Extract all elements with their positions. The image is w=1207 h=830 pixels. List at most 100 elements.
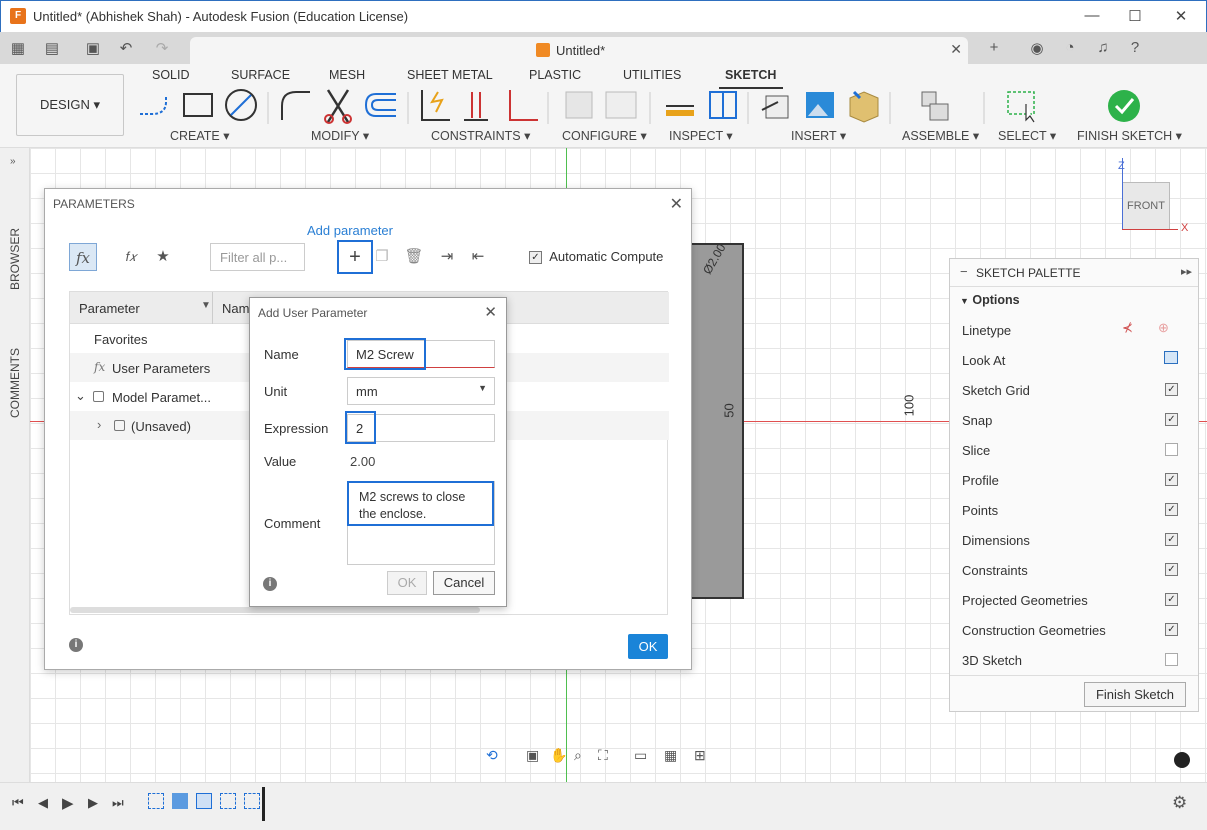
display-settings-icon[interactable]: ▭ (634, 747, 647, 764)
timeline-sketch-icon[interactable] (148, 793, 164, 809)
app-grid-icon[interactable]: ▦ (9, 39, 27, 57)
maximize-icon[interactable]: ☐ (1120, 7, 1150, 27)
minimize-icon[interactable]: — (1077, 7, 1107, 27)
fx-all-params-icon[interactable]: fx (69, 243, 97, 271)
finish-sketch-button[interactable]: Finish Sketch (1084, 682, 1186, 707)
sketch-grid-checkbox[interactable]: ✓ (1165, 383, 1178, 396)
tab-sketch[interactable]: SKETCH (725, 68, 776, 82)
tab-surface[interactable]: SURFACE (231, 68, 290, 82)
filter-input[interactable]: Filter all p... (210, 243, 305, 271)
save-icon[interactable]: ▣ (84, 39, 102, 57)
dimensions-checkbox[interactable]: ✓ (1165, 533, 1178, 546)
palette-row-profile[interactable]: Profile ✓ (962, 465, 1188, 495)
sketch-mode-icon[interactable] (1174, 752, 1190, 768)
document-tab[interactable]: Untitled* ✕ (190, 37, 968, 64)
chevron-right-icon[interactable]: › (97, 417, 101, 432)
comments-panel-tab[interactable]: COMMENTS (8, 348, 22, 418)
workspace-switcher[interactable]: DESIGN ▾ (16, 74, 124, 136)
timeline-sketch-icon[interactable] (220, 793, 236, 809)
group-finish-sketch[interactable]: FINISH SKETCH ▾ (1077, 128, 1182, 143)
help-icon[interactable]: ? (1126, 39, 1144, 57)
construction-geometries-checkbox[interactable]: ✓ (1165, 623, 1178, 636)
group-inspect[interactable]: INSPECT ▾ (669, 128, 733, 143)
expand-palette-icon[interactable]: ▸▸ (1181, 265, 1192, 278)
ok-button[interactable]: OK (387, 571, 427, 595)
close-window-icon[interactable]: ✕ (1166, 7, 1196, 27)
redo-icon[interactable]: ↷ (153, 39, 171, 57)
pan-icon[interactable]: ✋ (550, 747, 567, 764)
timeline-shell-icon[interactable] (196, 793, 212, 809)
fit-icon[interactable]: ⛶ (598, 747, 608, 764)
grid-settings-icon[interactable]: ▦ (664, 747, 677, 764)
collapse-palette-icon[interactable]: − (960, 264, 968, 279)
tab-mesh[interactable]: MESH (329, 68, 365, 82)
look-at-icon[interactable] (1164, 351, 1178, 364)
close-icon[interactable]: ✕ (670, 194, 683, 214)
timeline-extrude-icon[interactable] (172, 793, 188, 809)
horizontal-scrollbar[interactable] (70, 607, 480, 613)
group-create[interactable]: CREATE ▾ (170, 128, 230, 143)
info-icon[interactable]: i (69, 638, 83, 652)
palette-row-3d-sketch[interactable]: 3D Sketch (962, 645, 1188, 675)
centerline-linetype-icon[interactable]: ⊕ (1158, 320, 1169, 336)
expand-panels-icon[interactable]: » (10, 156, 16, 167)
ok-button[interactable]: OK (628, 634, 668, 659)
group-modify[interactable]: MODIFY ▾ (311, 128, 369, 143)
copy-icon[interactable]: ❐ (368, 243, 396, 271)
timeline-marker[interactable] (262, 787, 265, 821)
orbit-icon[interactable]: ⟲ (486, 747, 498, 764)
group-constraints[interactable]: CONSTRAINTS ▾ (431, 128, 530, 143)
snap-checkbox[interactable]: ✓ (1165, 413, 1178, 426)
slice-checkbox[interactable] (1165, 443, 1178, 456)
delete-icon[interactable]: 🗑 (400, 243, 428, 271)
close-tab-icon[interactable]: ✕ (950, 41, 962, 58)
job-status-icon[interactable]: ◔ (1061, 39, 1079, 57)
tab-solid[interactable]: SOLID (152, 68, 190, 82)
3d-sketch-checkbox[interactable] (1165, 653, 1178, 666)
user-params-filter-icon[interactable]: f𝑥 (117, 243, 145, 271)
palette-row-points[interactable]: Points ✓ (962, 495, 1188, 525)
group-select[interactable]: SELECT ▾ (998, 128, 1056, 143)
construction-linetype-icon[interactable]: ⊀ (1122, 320, 1133, 336)
favorites-star-icon[interactable]: ★ (149, 243, 177, 271)
tab-plastic[interactable]: PLASTIC (529, 68, 581, 82)
browser-panel-tab[interactable]: BROWSER (8, 228, 22, 290)
look-at-nav-icon[interactable]: ▣ (526, 747, 539, 764)
column-parameter[interactable]: Parameter (79, 301, 140, 316)
tab-sheet-metal[interactable]: SHEET METAL (407, 68, 493, 82)
step-back-icon[interactable]: ◀ (38, 795, 48, 811)
timeline-sketch-icon[interactable] (244, 793, 260, 809)
tab-utilities[interactable]: UTILITIES (623, 68, 681, 82)
group-configure[interactable]: CONFIGURE ▾ (562, 128, 647, 143)
close-icon[interactable]: ✕ (484, 303, 497, 321)
play-icon[interactable]: ▶ (62, 794, 74, 812)
go-to-end-icon[interactable]: ⏭ (112, 795, 124, 811)
group-insert[interactable]: INSERT ▾ (791, 128, 846, 143)
palette-row-sketch-grid[interactable]: Sketch Grid ✓ (962, 375, 1188, 405)
palette-row-construction-geometries[interactable]: Construction Geometries ✓ (962, 615, 1188, 645)
extensions-icon[interactable]: ◉ (1028, 39, 1046, 57)
chevron-down-icon[interactable]: ⌄ (75, 388, 86, 404)
step-forward-icon[interactable]: ▶ (88, 795, 98, 811)
gear-icon[interactable]: ⚙ (1172, 793, 1187, 813)
info-icon[interactable]: i (263, 577, 277, 591)
sort-icon[interactable]: ▼ (201, 300, 211, 311)
sketch-body[interactable] (686, 243, 744, 599)
points-checkbox[interactable]: ✓ (1165, 503, 1178, 516)
dimension-50[interactable]: 50 (722, 403, 737, 417)
profile-checkbox[interactable]: ✓ (1165, 473, 1178, 486)
automatic-compute-toggle[interactable]: ✓ Automatic Compute (529, 249, 663, 265)
file-menu-icon[interactable]: ▤ (43, 39, 61, 57)
palette-row-snap[interactable]: Snap ✓ (962, 405, 1188, 435)
new-tab-icon[interactable]: + (985, 39, 1003, 57)
group-assemble[interactable]: ASSEMBLE ▾ (902, 128, 979, 143)
unit-select[interactable]: mm ▼ (347, 377, 495, 405)
cancel-button[interactable]: Cancel (433, 571, 495, 595)
zoom-icon[interactable]: ⌕ (574, 747, 582, 764)
options-section[interactable]: ▼ Options (960, 293, 1020, 307)
palette-row-slice[interactable]: Slice (962, 435, 1188, 465)
automatic-compute-checkbox[interactable]: ✓ (529, 251, 542, 265)
dimension-100[interactable]: 100 (901, 395, 916, 417)
viewports-icon[interactable]: ⊞ (694, 747, 706, 764)
import-icon[interactable]: ⇥ (433, 243, 461, 271)
